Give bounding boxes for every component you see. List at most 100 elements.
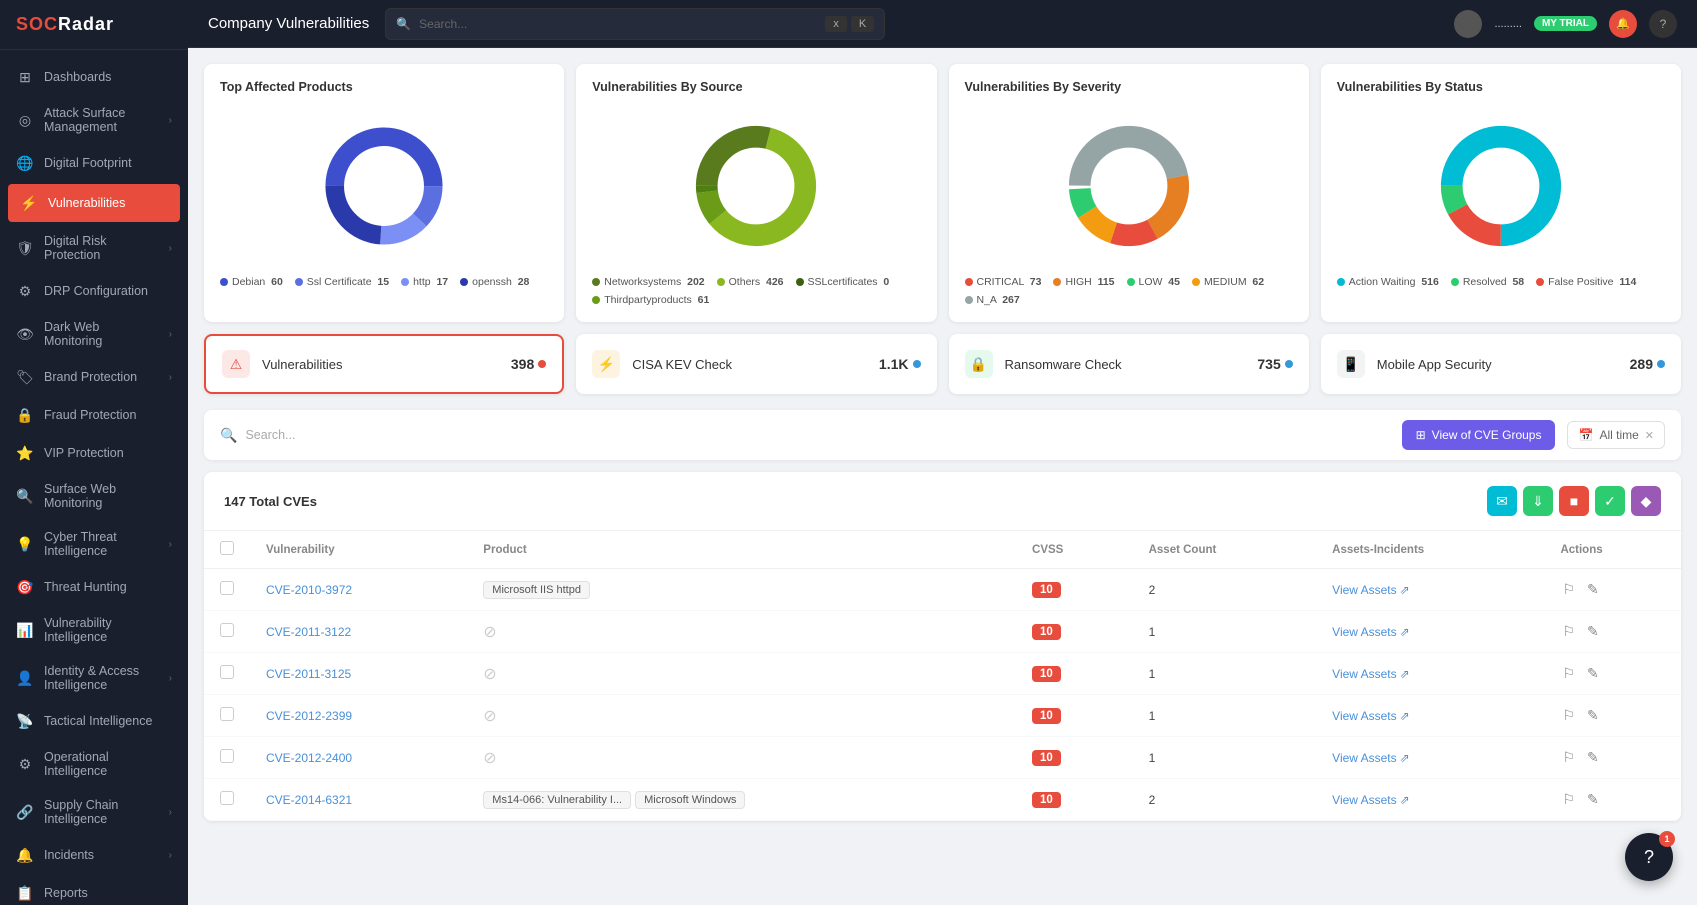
sidebar-item-attack-surface-management[interactable]: ◎ Attack Surface Management › xyxy=(0,96,188,144)
metrics-row: ⚠ Vulnerabilities 398 ⚡ CISA KEV Check 1… xyxy=(204,334,1681,394)
sidebar-item-threat-hunting[interactable]: 🎯 Threat Hunting xyxy=(0,568,188,606)
sidebar-item-digital-risk-protection[interactable]: 🛡 Digital Risk Protection › xyxy=(0,224,188,272)
sidebar-item-cyber-threat-intelligence[interactable]: 💡 Cyber Threat Intelligence › xyxy=(0,520,188,568)
nav-label: DRP Configuration xyxy=(44,284,172,298)
metric-card-mobile-app-security[interactable]: 📱 Mobile App Security 289 xyxy=(1321,334,1681,394)
chat-bubble[interactable]: ? 1 xyxy=(1625,833,1673,881)
view-assets-link[interactable]: View Assets ⇗ xyxy=(1332,625,1528,639)
action-btn-4[interactable]: ✓ xyxy=(1595,486,1625,516)
cve-link[interactable]: CVE-2014-6321 xyxy=(266,793,352,807)
chevron-icon: › xyxy=(169,329,172,340)
row-action-edit[interactable]: ✎ xyxy=(1585,579,1601,600)
notifications-button[interactable]: 🔔 xyxy=(1609,10,1637,38)
view-assets-link[interactable]: View Assets ⇗ xyxy=(1332,709,1528,723)
row-action-flag[interactable]: ⚐ xyxy=(1560,663,1577,684)
action-btn-1[interactable]: ✉ xyxy=(1487,486,1517,516)
row-checkbox[interactable] xyxy=(220,749,234,763)
sidebar-item-tactical-intelligence[interactable]: 📡 Tactical Intelligence xyxy=(0,702,188,740)
legend-dot xyxy=(965,296,973,304)
row-action-flag[interactable]: ⚐ xyxy=(1560,621,1577,642)
cve-link[interactable]: CVE-2012-2400 xyxy=(266,751,352,765)
sidebar-item-fraud-protection[interactable]: 🔒 Fraud Protection xyxy=(0,396,188,434)
select-all-checkbox[interactable] xyxy=(220,541,234,555)
row-action-edit[interactable]: ✎ xyxy=(1585,663,1601,684)
sidebar-item-vulnerability-intelligence[interactable]: 📊 Vulnerability Intelligence xyxy=(0,606,188,654)
row-checkbox[interactable] xyxy=(220,581,234,595)
asset-count: 1 xyxy=(1133,611,1317,653)
chart-title-affected: Top Affected Products xyxy=(220,80,548,94)
legend-dot xyxy=(220,278,228,286)
time-filter[interactable]: 📅 All time ✕ xyxy=(1567,421,1665,449)
legend-label: Resolved 58 xyxy=(1463,276,1524,288)
view-assets-link[interactable]: View Assets ⇗ xyxy=(1332,793,1528,807)
cve-link[interactable]: CVE-2011-3125 xyxy=(266,667,351,681)
sidebar-item-dark-web-monitoring[interactable]: 👁 Dark Web Monitoring › xyxy=(0,310,188,358)
nav-icon: ⚙ xyxy=(16,282,34,300)
row-action-edit[interactable]: ✎ xyxy=(1585,747,1601,768)
row-action-flag[interactable]: ⚐ xyxy=(1560,747,1577,768)
table-row: CVE-2010-3972 Microsoft IIS httpd 10 2 V… xyxy=(204,569,1681,611)
legend-dot xyxy=(1536,278,1544,286)
row-action-edit[interactable]: ✎ xyxy=(1585,705,1601,726)
sidebar-item-identity-&-access-intelligence[interactable]: 👤 Identity & Access Intelligence › xyxy=(0,654,188,702)
sidebar-item-reports[interactable]: 📋 Reports xyxy=(0,874,188,905)
metric-card-vulnerabilities[interactable]: ⚠ Vulnerabilities 398 xyxy=(204,334,564,394)
sidebar-item-operational-intelligence[interactable]: ⚙ Operational Intelligence xyxy=(0,740,188,788)
legend-dot xyxy=(1451,278,1459,286)
chevron-icon: › xyxy=(169,673,172,684)
nav-label: Identity & Access Intelligence xyxy=(44,664,159,692)
chart-title-status: Vulnerabilities By Status xyxy=(1337,80,1665,94)
row-checkbox[interactable] xyxy=(220,665,234,679)
metric-card-cisa-kev-check[interactable]: ⚡ CISA KEV Check 1.1K xyxy=(576,334,936,394)
nav-label: Dashboards xyxy=(44,70,172,84)
row-action-flag[interactable]: ⚐ xyxy=(1560,789,1577,810)
sidebar-item-dashboards[interactable]: ⊞ Dashboards xyxy=(0,58,188,96)
legend-item: Action Waiting 516 xyxy=(1337,276,1439,288)
row-checkbox[interactable] xyxy=(220,791,234,805)
action-btn-5[interactable]: ◆ xyxy=(1631,486,1661,516)
legend-label: LOW 45 xyxy=(1139,276,1180,288)
product-cell: ⊘ xyxy=(467,695,1016,737)
action-btn-2[interactable]: ⇓ xyxy=(1523,486,1553,516)
row-checkbox[interactable] xyxy=(220,623,234,637)
sidebar-item-surface-web-monitoring[interactable]: 🔍 Surface Web Monitoring xyxy=(0,472,188,520)
action-btn-3[interactable]: ■ xyxy=(1559,486,1589,516)
metric-card-ransomware-check[interactable]: 🔒 Ransomware Check 735 xyxy=(949,334,1309,394)
external-link-icon: ⇗ xyxy=(1400,625,1410,639)
global-search-bar[interactable]: 🔍 x K xyxy=(385,8,885,40)
row-action-edit[interactable]: ✎ xyxy=(1585,789,1601,810)
search-clear-button[interactable]: x xyxy=(825,16,847,32)
sidebar-item-drp-configuration[interactable]: ⚙ DRP Configuration xyxy=(0,272,188,310)
filter-search-input[interactable] xyxy=(245,428,1389,442)
row-action-edit[interactable]: ✎ xyxy=(1585,621,1601,642)
search-k-button[interactable]: K xyxy=(851,16,874,32)
time-filter-close-button[interactable]: ✕ xyxy=(1645,429,1654,442)
nav-label: Incidents xyxy=(44,848,159,862)
global-search-input[interactable] xyxy=(419,17,817,31)
view-assets-link[interactable]: View Assets ⇗ xyxy=(1332,583,1528,597)
sidebar-item-supply-chain-intelligence[interactable]: 🔗 Supply Chain Intelligence › xyxy=(0,788,188,836)
cve-link[interactable]: CVE-2010-3972 xyxy=(266,583,352,597)
nav-icon: ⚙ xyxy=(16,755,34,773)
row-checkbox[interactable] xyxy=(220,707,234,721)
sidebar-item-brand-protection[interactable]: 🏷 Brand Protection › xyxy=(0,358,188,396)
chart-vuln-by-status: Vulnerabilities By Status Action Waiting… xyxy=(1321,64,1681,322)
nav-icon: 🔒 xyxy=(16,406,34,424)
sidebar-item-digital-footprint[interactable]: 🌐 Digital Footprint xyxy=(0,144,188,182)
avatar xyxy=(1454,10,1482,38)
help-button[interactable]: ? xyxy=(1649,10,1677,38)
donut-chart-affected xyxy=(319,121,449,251)
row-action-flag[interactable]: ⚐ xyxy=(1560,579,1577,600)
sidebar-item-vip-protection[interactable]: ⭐ VIP Protection xyxy=(0,434,188,472)
sidebar-item-vulnerabilities[interactable]: ⚡ Vulnerabilities xyxy=(8,184,180,222)
no-product-icon: ⊘ xyxy=(483,666,496,683)
view-assets-link[interactable]: View Assets ⇗ xyxy=(1332,667,1528,681)
cve-link[interactable]: CVE-2012-2399 xyxy=(266,709,352,723)
row-action-flag[interactable]: ⚐ xyxy=(1560,705,1577,726)
asset-count: 1 xyxy=(1133,737,1317,779)
filter-search[interactable]: 🔍 xyxy=(220,427,1390,444)
sidebar-item-incidents[interactable]: 🔔 Incidents › xyxy=(0,836,188,874)
view-cve-groups-button[interactable]: ⊞ View of CVE Groups xyxy=(1402,420,1556,450)
view-assets-link[interactable]: View Assets ⇗ xyxy=(1332,751,1528,765)
cve-link[interactable]: CVE-2011-3122 xyxy=(266,625,351,639)
